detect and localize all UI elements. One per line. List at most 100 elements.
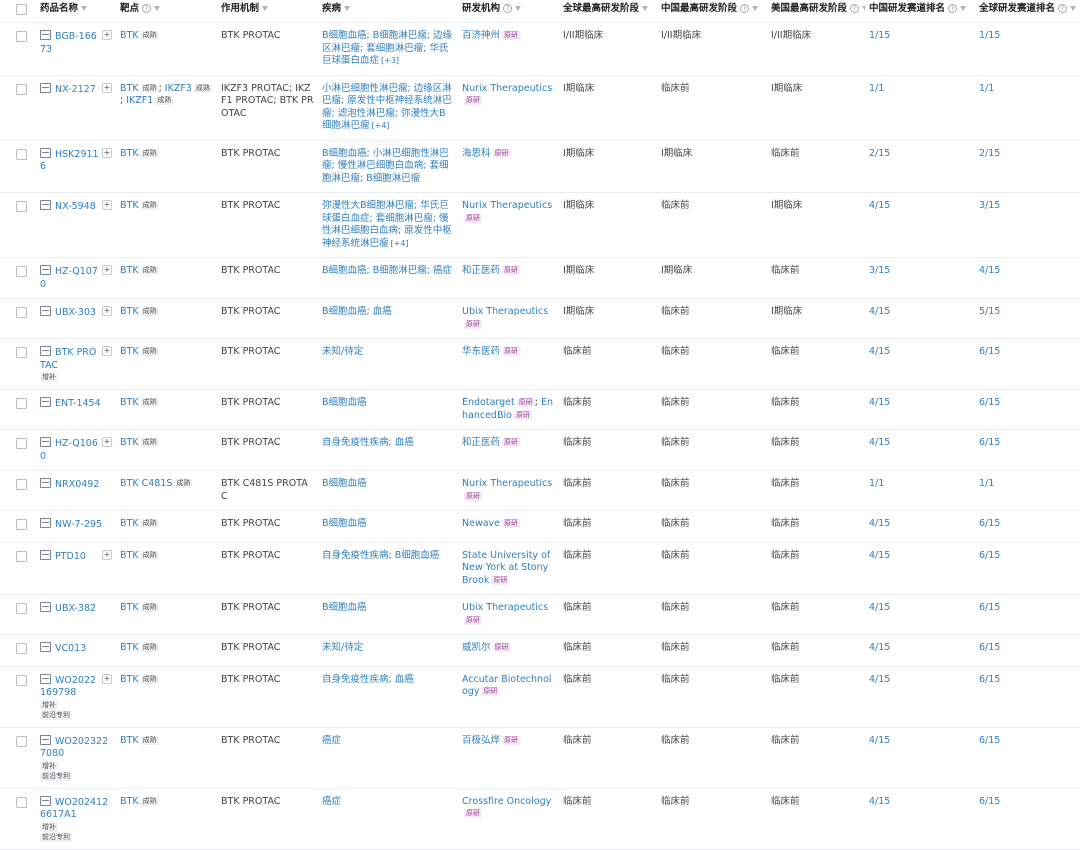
organization-link[interactable]: 百济神州 — [462, 30, 500, 41]
disease-link[interactable]: 未知/待定 — [322, 642, 363, 653]
drug-name-link[interactable]: PTD10 — [55, 551, 86, 562]
global-rank-link[interactable]: 1/15 — [979, 30, 1000, 41]
row-checkbox[interactable] — [16, 674, 27, 686]
row-checkbox[interactable] — [16, 83, 27, 95]
filter-icon[interactable] — [515, 6, 522, 11]
china-rank-link[interactable]: 4/15 — [869, 346, 890, 357]
global-rank-link[interactable]: 3/15 — [979, 200, 1000, 211]
row-checkbox[interactable] — [16, 796, 27, 808]
filter-icon[interactable] — [960, 6, 967, 11]
help-icon[interactable]: ? — [850, 4, 860, 13]
more-diseases-link[interactable]: [+4] — [372, 121, 390, 130]
target-link[interactable]: BTK — [120, 83, 139, 94]
row-checkbox[interactable] — [16, 603, 27, 614]
row-checkbox[interactable] — [16, 201, 27, 212]
expand-plus-icon[interactable]: + — [102, 549, 112, 560]
drug-name-link[interactable]: NX-5948 — [55, 201, 96, 212]
disease-link[interactable]: B细胞血癌; 血癌 — [322, 306, 392, 317]
select-all-checkbox[interactable] — [16, 4, 27, 15]
help-icon[interactable]: ? — [142, 4, 152, 13]
organization-link[interactable]: 威凯尔 — [462, 642, 491, 653]
drug-name-link[interactable]: NX-2127 — [55, 84, 96, 95]
disease-link[interactable]: 癌症 — [322, 796, 341, 807]
target-link[interactable]: BTK — [120, 550, 139, 561]
china-rank-link[interactable]: 4/15 — [869, 550, 890, 561]
global-rank-link[interactable]: 6/15 — [979, 550, 1000, 561]
global-rank-link[interactable]: 1/1 — [979, 83, 994, 94]
disease-link[interactable]: B细胞血癌 — [322, 478, 367, 489]
drug-name-link[interactable]: NW-7-295 — [55, 519, 102, 530]
target-link[interactable]: BTK — [120, 397, 139, 408]
organization-link[interactable]: Nurix Therapeutics — [462, 478, 552, 489]
disease-link[interactable]: 自身免疫性疾病; B细胞血癌 — [322, 550, 439, 561]
disease-link[interactable]: B细胞血癌 — [322, 397, 367, 408]
filter-icon[interactable] — [1070, 6, 1077, 11]
target-link[interactable]: BTK — [120, 735, 139, 746]
organization-link[interactable]: 海思科 — [462, 148, 491, 159]
organization-link[interactable]: Endotarget — [462, 397, 515, 408]
target-link[interactable]: BTK — [120, 346, 139, 357]
more-diseases-link[interactable]: [+3] — [381, 56, 399, 65]
china-rank-link[interactable]: 4/15 — [869, 397, 890, 408]
china-rank-link[interactable]: 4/15 — [869, 796, 890, 807]
global-rank-link[interactable]: 6/15 — [979, 397, 1000, 408]
target-link[interactable]: BTK — [120, 200, 139, 211]
organization-link[interactable]: Nurix Therapeutics — [462, 200, 552, 211]
china-rank-link[interactable]: 4/15 — [869, 602, 890, 613]
expand-plus-icon[interactable]: + — [102, 30, 112, 40]
target-link[interactable]: IKZF3 — [165, 83, 192, 94]
help-icon[interactable]: ? — [948, 4, 958, 13]
disease-link[interactable]: 癌症 — [322, 735, 341, 746]
filter-icon[interactable] — [344, 6, 351, 11]
target-link[interactable]: BTK — [120, 148, 139, 159]
organization-link[interactable]: 百极弘烨 — [462, 735, 500, 746]
global-rank-link[interactable]: 6/15 — [979, 674, 1000, 685]
china-rank-link[interactable]: 4/15 — [869, 674, 890, 685]
disease-link[interactable]: B细胞血癌; 小淋巴细胞性淋巴瘤; 慢性淋巴细胞白血病; 套细胞淋巴瘤; B细胞… — [322, 148, 449, 184]
target-link[interactable]: BTK — [120, 518, 139, 529]
help-icon[interactable]: ? — [740, 4, 750, 13]
organization-link[interactable]: Crossfire Oncology — [462, 796, 551, 807]
row-checkbox[interactable] — [16, 398, 27, 409]
expand-plus-icon[interactable]: + — [102, 306, 112, 316]
global-rank-link[interactable]: 6/15 — [979, 735, 1000, 746]
drug-name-link[interactable]: NRX0492 — [55, 479, 99, 490]
row-checkbox[interactable] — [16, 519, 27, 530]
global-rank-link[interactable]: 6/15 — [979, 796, 1000, 807]
organization-link[interactable]: Ubix Therapeutics — [462, 602, 548, 613]
china-rank-link[interactable]: 3/15 — [869, 265, 890, 276]
target-link[interactable]: BTK — [120, 437, 139, 448]
global-rank-link[interactable]: 4/15 — [979, 265, 1000, 276]
expand-plus-icon[interactable]: + — [102, 346, 112, 356]
organization-link[interactable]: Accutar Biotechnology — [462, 674, 552, 698]
china-rank-link[interactable]: 4/15 — [869, 200, 890, 211]
expand-plus-icon[interactable]: + — [102, 82, 112, 93]
disease-link[interactable]: B细胞血癌; B细胞淋巴瘤; 癌症 — [322, 265, 452, 276]
global-rank-link[interactable]: 6/15 — [979, 346, 1000, 357]
global-rank-link[interactable]: 5/15 — [979, 306, 1000, 317]
target-link[interactable]: BTK — [120, 674, 139, 685]
drug-name-link[interactable]: UBX-382 — [55, 603, 96, 614]
china-rank-link[interactable]: 4/15 — [869, 518, 890, 529]
drug-name-link[interactable]: ENT-1454 — [55, 398, 101, 409]
row-checkbox[interactable] — [16, 438, 27, 449]
disease-link[interactable]: B细胞血癌 — [322, 602, 367, 613]
organization-link[interactable]: Nurix Therapeutics — [462, 83, 552, 94]
more-diseases-link[interactable]: [+4] — [391, 239, 409, 248]
row-checkbox[interactable] — [16, 148, 27, 160]
row-checkbox[interactable] — [16, 643, 27, 654]
global-rank-link[interactable]: 6/15 — [979, 518, 1000, 529]
filter-icon[interactable] — [154, 6, 161, 11]
disease-link[interactable]: 自身免疫性疾病; 血癌 — [322, 674, 414, 685]
china-rank-link[interactable]: 4/15 — [869, 306, 890, 317]
target-link[interactable]: IKZF1 — [126, 95, 153, 106]
row-checkbox[interactable] — [16, 266, 27, 277]
target-link[interactable]: BTK — [120, 602, 139, 613]
row-checkbox[interactable] — [16, 550, 27, 562]
china-rank-link[interactable]: 4/15 — [869, 437, 890, 448]
target-link[interactable]: BTK — [120, 30, 139, 41]
global-rank-link[interactable]: 6/15 — [979, 437, 1000, 448]
global-rank-link[interactable]: 6/15 — [979, 642, 1000, 653]
target-link[interactable]: BTK — [120, 642, 139, 653]
filter-icon[interactable] — [262, 6, 269, 11]
